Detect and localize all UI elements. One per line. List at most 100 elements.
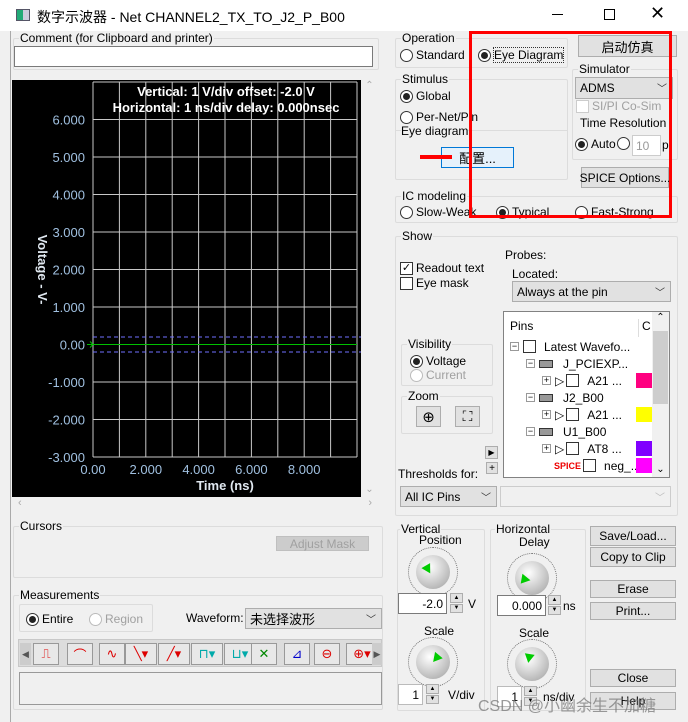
standard-radio[interactable]: Standard — [400, 48, 465, 62]
visibility-label: Visibility — [407, 337, 453, 351]
toolbar-scroll-right[interactable]: ▶ — [372, 643, 382, 665]
pin-checkbox[interactable] — [566, 374, 580, 387]
entire-radio[interactable]: Entire — [26, 612, 73, 626]
collapse-icon[interactable]: − — [526, 359, 535, 368]
measure-toolbar: ◀ ⎍ ⌒ ∿ ╲▾ ╱▾ ⊓▾ ⊔▾ ✕ ⊿ ⊖ ⊕▾ ▶ — [18, 639, 382, 667]
readout-vertical: Vertical: 1 V/div offset: -2.0 V — [137, 84, 315, 99]
rise-tool-icon[interactable]: ⌒ — [67, 643, 93, 665]
add-button[interactable]: + — [486, 462, 498, 474]
thresholds-select[interactable]: All IC Pins ﹀ — [400, 486, 497, 507]
global-label: Global — [416, 89, 451, 103]
erase-button[interactable]: Erase — [590, 580, 676, 598]
waveform-select[interactable]: 未选择波形 ﹀ — [245, 608, 382, 629]
close-dialog-button[interactable]: Close — [590, 669, 676, 687]
save-load-button[interactable]: Save/Load... — [590, 526, 676, 546]
thresholds-pin-select[interactable]: ﹀ — [500, 486, 671, 507]
x-tick-label: 0.00 — [80, 462, 105, 477]
period-tool-icon[interactable]: ⎍ — [33, 643, 59, 665]
pin-tree-row[interactable]: + ▷ A21 ... — [542, 406, 622, 423]
measurement-results — [19, 672, 382, 705]
collapse-icon[interactable]: − — [510, 342, 519, 351]
pin-tree-row[interactable]: − U1_B00 — [526, 423, 606, 440]
fall-tool-icon[interactable]: ∿ — [99, 643, 125, 665]
slow-weak-radio[interactable]: Slow-Weak — [400, 205, 476, 219]
crossing-tool-icon[interactable]: ✕ — [251, 643, 277, 665]
pins-tree: Pins C ⌃ ⌄ − Latest Wavefo... − J_PCIEXP...… — [503, 311, 670, 478]
color-column-header[interactable]: C — [638, 319, 651, 337]
adjust-mask-button[interactable]: Adjust Mask — [276, 536, 369, 551]
pin-tree-row[interactable]: + ▷ AT8 ... — [542, 440, 622, 457]
delay-tool-icon[interactable]: ⊿ — [284, 643, 310, 665]
copy-to-clip-button[interactable]: Copy to Clip — [590, 547, 676, 567]
readout-text-checkbox[interactable]: ✓ Readout text — [400, 261, 484, 275]
y-tick-label: 1.000 — [52, 300, 85, 315]
eye-mask-checkbox[interactable]: Eye mask — [400, 276, 469, 290]
vertical-position-input[interactable]: -2.0 — [398, 593, 447, 614]
title-bar: 数字示波器 - Net CHANNEL2_TX_TO_J2_P_B00 ✕ — [0, 0, 688, 31]
vertical-scale-knob[interactable] — [408, 637, 458, 687]
readout-text-label: Readout text — [416, 261, 485, 275]
pin-label: J2_B00 — [563, 390, 604, 405]
toolbar-scroll-left[interactable]: ◀ — [20, 643, 31, 665]
vertical-position-spinner[interactable]: ▲ ▼ — [450, 593, 463, 613]
show-label: Show — [401, 229, 434, 243]
overshoot-high-tool-icon[interactable]: ⊓▾ — [191, 643, 223, 665]
region-radio[interactable]: Region — [89, 612, 143, 626]
zoom-fit-button[interactable]: ⛶ — [455, 406, 480, 427]
horizontal-scrollbar[interactable]: ‹ › — [12, 497, 378, 513]
pin-color-swatch[interactable] — [636, 458, 652, 473]
zoom-in-button[interactable]: ⊕ — [416, 406, 441, 427]
close-button[interactable]: ✕ — [650, 3, 665, 24]
comment-input[interactable] — [14, 46, 373, 67]
pin-tree-row[interactable]: + ▷ A21 ... — [542, 372, 622, 389]
expand-icon[interactable]: + — [542, 444, 551, 453]
vertical-scale-spinner[interactable]: ▲ ▼ — [426, 684, 439, 704]
minimize-button[interactable] — [552, 14, 563, 15]
buffer-icon: ▷ — [555, 373, 565, 388]
thresholds-value: All IC Pins — [405, 489, 461, 504]
pin-tree-row[interactable]: SPICE neg_... — [542, 457, 641, 474]
horizontal-scale-knob[interactable] — [507, 639, 557, 689]
vertical-scale-label: Scale — [424, 624, 455, 638]
pin-tree-row[interactable]: − J2_B00 — [526, 389, 604, 406]
collapse-icon[interactable]: − — [526, 393, 535, 402]
global-radio[interactable]: Global — [400, 89, 451, 103]
per-net-pin-radio[interactable]: Per-Net/Pin — [400, 110, 478, 124]
expand-arrow-button[interactable]: ▶ — [485, 446, 498, 459]
pin-checkbox[interactable] — [566, 408, 580, 421]
collapse-icon[interactable]: − — [526, 427, 535, 436]
horizontal-delay-label: Delay — [519, 535, 550, 549]
maximize-button[interactable] — [604, 9, 615, 20]
pin-color-swatch[interactable] — [636, 407, 652, 422]
expand-icon[interactable]: + — [542, 376, 551, 385]
slew-rise-tool-icon[interactable]: ╱▾ — [158, 643, 190, 665]
pin-checkbox[interactable] — [583, 459, 597, 472]
current-radio[interactable]: Current — [410, 368, 466, 382]
watermark: CSDN @小幽余生不加糖 — [478, 698, 657, 715]
vertical-position-knob[interactable] — [408, 547, 458, 597]
slew-fall-tool-icon[interactable]: ╲▾ — [125, 643, 157, 665]
located-select[interactable]: Always at the pin ﹀ — [512, 281, 671, 302]
vertical-scale-input[interactable]: 1 — [398, 684, 423, 705]
eye-tool-icon[interactable]: ⊖ — [314, 643, 340, 665]
pin-color-swatch[interactable] — [636, 373, 652, 388]
pin-color-swatch[interactable] — [636, 441, 652, 456]
pins-tree-scrollbar[interactable]: ⌃ ⌄ — [652, 312, 669, 477]
vertical-position-unit: V — [468, 597, 477, 611]
expand-icon[interactable]: + — [542, 410, 551, 419]
zoom-label: Zoom — [407, 389, 440, 403]
root-checkbox[interactable] — [523, 340, 536, 353]
pin-checkbox[interactable] — [566, 442, 580, 455]
pins-column-header[interactable]: Pins — [510, 319, 533, 333]
horizontal-label: Horizontal — [495, 522, 552, 536]
print-button[interactable]: Print... — [590, 602, 676, 620]
horizontal-delay-spinner[interactable]: ▲ ▼ — [548, 595, 561, 615]
pin-tree-row[interactable]: − J_PCIEXP... — [526, 355, 628, 372]
vertical-scrollbar[interactable]: ⌃ ⌄ — [361, 80, 378, 497]
voltage-radio[interactable]: Voltage — [410, 354, 466, 368]
pin-tree-row[interactable]: − Latest Wavefo... — [510, 338, 630, 355]
horizontal-delay-input[interactable]: 0.000 — [497, 595, 546, 616]
horizontal-scale-label: Scale — [519, 626, 550, 640]
stimulus-label: Stimulus — [401, 72, 450, 86]
current-label: Current — [426, 368, 467, 382]
